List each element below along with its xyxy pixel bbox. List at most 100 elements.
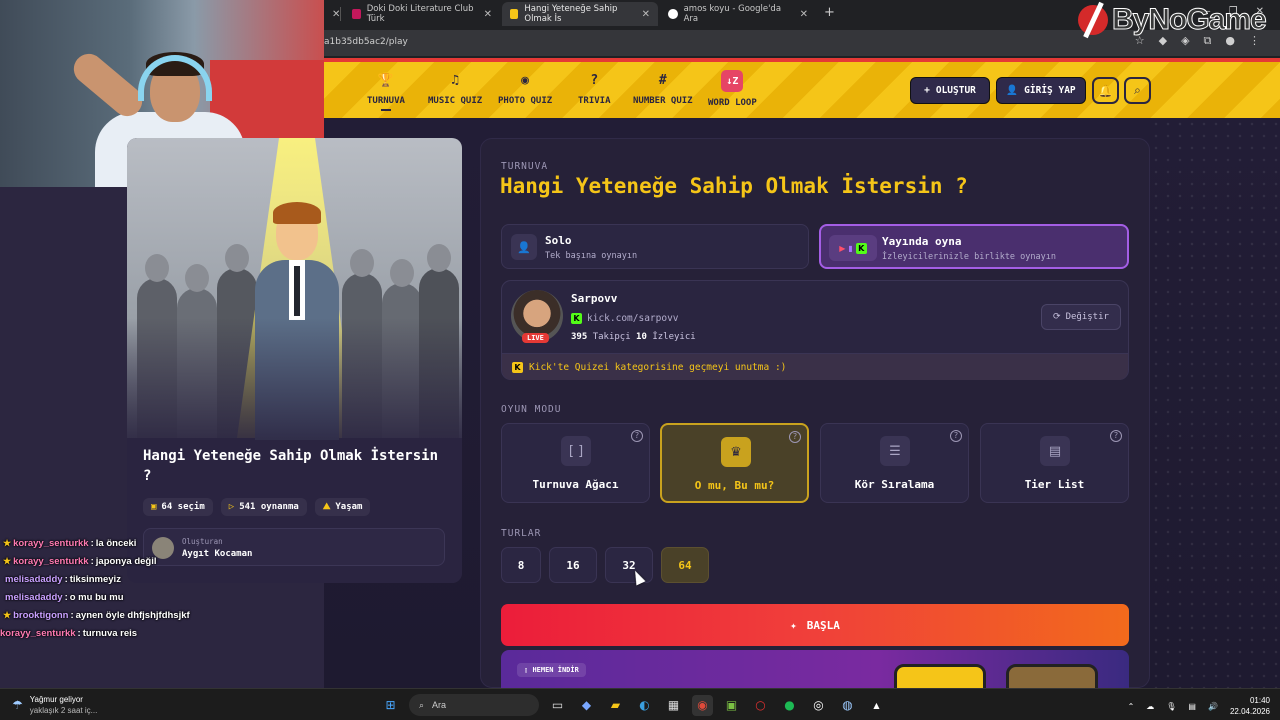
new-tab-button[interactable]: + <box>824 5 835 20</box>
chat-user: korayy_senturkk <box>13 537 89 549</box>
round-option[interactable]: 16 <box>549 547 597 583</box>
crowd-head <box>185 264 209 292</box>
round-option[interactable]: 32 <box>605 547 653 583</box>
spotify-icon[interactable]: ● <box>779 695 800 716</box>
mode-turnuva-agaci[interactable]: [ ] ? Turnuva Ağacı <box>501 423 650 503</box>
github-icon[interactable]: ◎ <box>808 695 829 716</box>
hero-stats: ▣ 64 seçim ▷ 541 oynanma ⛰ Yaşam <box>143 498 371 516</box>
nvidia-icon[interactable]: ▣ <box>721 695 742 716</box>
download-text: HEMEN İNDİR <box>532 666 579 674</box>
chat-message: ★ korayy_senturkk: la önceki <box>0 534 180 552</box>
create-label: OLUŞTUR <box>935 85 976 96</box>
crowd-head <box>427 244 451 272</box>
nav-label: TRIVIA <box>578 96 611 106</box>
opera-icon[interactable]: ○ <box>750 695 771 716</box>
stream-mode-card[interactable]: ▶ ▮ K Yayında oyna İzleyicilerinizle bir… <box>819 224 1129 269</box>
edge-icon[interactable]: ◐ <box>634 695 655 716</box>
quiz-hero-card: Hangi Yeteneğe Sahip Olmak İstersin ? ▣ 6… <box>127 138 462 583</box>
volume-icon[interactable]: 🔊 <box>1208 702 1218 711</box>
copilot-icon[interactable]: ◆ <box>576 695 597 716</box>
crowd-head <box>390 259 414 287</box>
sort-icon: ↓Z <box>721 70 744 92</box>
weather-widget[interactable]: ☂ Yağmur geliyor yaklaşık 2 saat iç... <box>12 694 97 716</box>
change-streamer-button[interactable]: ⟳ Değiştir <box>1041 304 1121 330</box>
nav-label: PHOTO QUIZ <box>498 96 553 106</box>
nav-label: WORD LOOP <box>708 98 757 108</box>
chat-user: melisadaddy <box>5 573 63 585</box>
help-icon[interactable]: ? <box>789 431 801 443</box>
chevron-up-icon[interactable]: ⌃ <box>1128 702 1135 711</box>
stat-category[interactable]: ⛰ Yaşam <box>314 498 371 516</box>
help-icon[interactable]: ? <box>1110 430 1122 442</box>
tab-doki[interactable]: Doki Doki Literature Club Türk ✕ <box>344 2 500 26</box>
close-icon[interactable]: ✕ <box>484 9 492 20</box>
creator-label: Oluşturan <box>182 537 223 546</box>
quiz-favicon-icon <box>510 9 519 19</box>
mode-o-mu-bu-mu[interactable]: ♛ ? O mu, Bu mu? <box>660 423 809 503</box>
doki-favicon-icon <box>352 9 361 19</box>
search-button[interactable]: ⌕ <box>1124 77 1151 104</box>
chat-message: melisadaddy: tiksinmeyiz <box>0 570 180 588</box>
figure-tie <box>294 266 300 316</box>
steam-icon[interactable]: ◍ <box>837 695 858 716</box>
search-icon: ⌕ <box>1134 83 1141 97</box>
solo-title: Solo <box>545 234 572 247</box>
solo-mode-card[interactable]: 👤 Solo Tek başına oynayın <box>501 224 809 269</box>
login-button[interactable]: 👤 GİRİŞ YAP <box>996 77 1086 104</box>
clock[interactable]: 01:40 22.04.2026 <box>1230 695 1270 717</box>
stat-text: Yaşam <box>335 502 363 512</box>
stat-choices: ▣ 64 seçim <box>143 498 213 516</box>
nav-item-photo-quiz[interactable]: ◉ PHOTO QUIZ <box>498 70 553 107</box>
cloud-icon[interactable]: ☁ <box>1146 702 1154 711</box>
mic-icon[interactable]: 🎙 <box>1166 702 1176 711</box>
taskbar-apps: ⊞ ⌕ Ara ▭ ◆ ▰ ◐ ▦ ◉ ▣ ○ ● ◎ ◍ ▲ <box>380 694 887 716</box>
chat-colon: : <box>77 627 81 639</box>
tab-quiz[interactable]: Hangi Yeteneğe Sahip Olmak İs ✕ <box>502 2 658 26</box>
streamer-link[interactable]: Kkick.com/sarpovv <box>571 313 679 324</box>
nav-item-turnuva[interactable]: 🏆 TURNUVA <box>367 70 405 111</box>
taskbar-search[interactable]: ⌕ Ara <box>409 694 539 716</box>
nav-item-trivia[interactable]: ? TRIVIA <box>578 70 611 107</box>
nav-item-number-quiz[interactable]: # NUMBER QUIZ <box>633 70 693 107</box>
clock-date: 22.04.2026 <box>1229 707 1270 716</box>
kick-icon: K <box>855 242 867 254</box>
create-button[interactable]: + OLUŞTUR <box>910 77 990 104</box>
creator-card[interactable]: Oluşturan Aygıt Kocaman <box>143 528 445 566</box>
close-icon[interactable]: ✕ <box>800 9 808 20</box>
tab-close-prev[interactable]: ✕ <box>324 2 340 26</box>
tier-icon: ▤ <box>1040 436 1070 466</box>
help-icon[interactable]: ? <box>631 430 643 442</box>
change-label: Değiştir <box>1065 312 1109 322</box>
url-text[interactable]: a1b35db5ac2/play <box>324 37 408 47</box>
close-icon[interactable]: ✕ <box>642 9 650 20</box>
windows-start-icon[interactable]: ⊞ <box>380 695 401 716</box>
mode-kor-siralama[interactable]: ☰ ? Kör Sıralama <box>820 423 969 503</box>
panel-title: Hangi Yeteneğe Sahip Olmak İstersin ? <box>500 174 968 198</box>
nav-label: NUMBER QUIZ <box>633 96 693 106</box>
epic-games-icon[interactable]: ▲ <box>866 695 887 716</box>
hash-icon: # <box>658 72 667 88</box>
stream-chat-overlay: ★ korayy_senturkk: la önceki ★ korayy_sentu… <box>0 534 190 642</box>
chat-colon: : <box>64 591 68 603</box>
folder-icon[interactable]: ▰ <box>605 695 626 716</box>
tab-google[interactable]: amos koyu - Google'da Ara ✕ <box>660 2 816 26</box>
store-icon[interactable]: ▦ <box>663 695 684 716</box>
start-button[interactable]: ✦ BAŞLA <box>501 604 1129 646</box>
help-icon[interactable]: ? <box>950 430 962 442</box>
crowd-head <box>225 244 249 272</box>
viewer-count: 10 <box>636 332 647 342</box>
task-view-icon[interactable]: ▭ <box>547 695 568 716</box>
mode-tier-list[interactable]: ▤ ? Tier List <box>980 423 1129 503</box>
network-icon[interactable]: ▤ <box>1188 702 1196 711</box>
nav-item-word-loop[interactable]: ↓Z WORD LOOP <box>708 70 757 108</box>
round-option[interactable]: 8 <box>501 547 541 583</box>
app-promo-banner[interactable]: ▯ HEMEN İNDİR <box>501 650 1129 688</box>
follower-count: 395 <box>571 332 588 342</box>
notification-button[interactable]: 🔔 <box>1092 77 1119 104</box>
nav-item-music-quiz[interactable]: ♫ MUSIC QUIZ <box>428 70 482 107</box>
chat-colon: : <box>70 609 74 621</box>
weather-text: Yağmur geliyor yaklaşık 2 saat iç... <box>30 694 98 716</box>
round-option-selected[interactable]: 64 <box>661 547 709 583</box>
chrome-icon[interactable]: ◉ <box>692 694 713 716</box>
search-placeholder: Ara <box>432 700 447 710</box>
